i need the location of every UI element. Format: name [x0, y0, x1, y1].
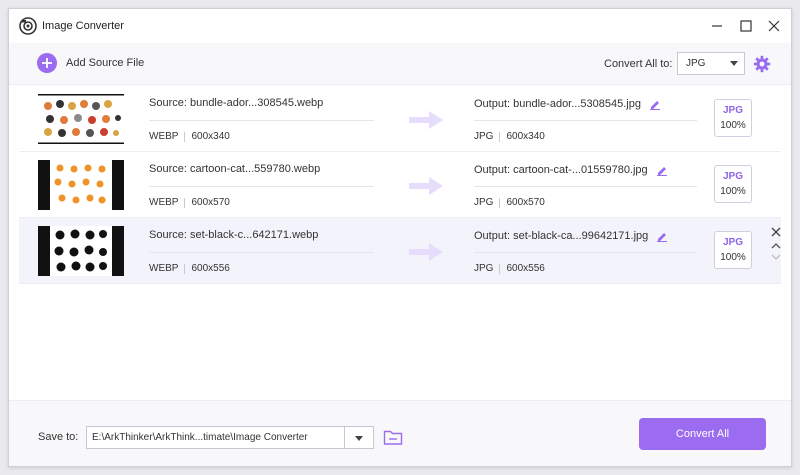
output-meta: JPG 600x556: [474, 263, 545, 274]
source-size: 600x340: [191, 131, 230, 142]
window-title: Image Converter: [42, 20, 124, 32]
divider: [149, 120, 374, 121]
badge-format: JPG: [722, 237, 743, 248]
add-source-file-button[interactable]: Add Source File: [37, 53, 144, 73]
badge-percent: 100%: [720, 252, 746, 263]
format-quality-button[interactable]: JPG 100%: [714, 231, 752, 269]
output-format: JPG: [474, 197, 494, 208]
output-size: 600x570: [506, 197, 545, 208]
divider: [149, 252, 374, 253]
output-filename-row: Output: bundle-ador...5308545.jpg: [474, 98, 661, 110]
source-filename: Source: set-black-c...642171.webp: [149, 229, 319, 241]
output-meta: JPG 600x570: [474, 197, 545, 208]
app-window: Image Converter Add Source File Convert …: [8, 8, 792, 467]
divider: [474, 120, 697, 121]
gear-icon[interactable]: [753, 55, 771, 73]
separator: [499, 197, 501, 208]
divider: [474, 186, 697, 187]
output-format-select[interactable]: JPG: [677, 52, 745, 75]
separator: [184, 197, 186, 208]
file-row-selected[interactable]: Source: set-black-c...642171.webp WEBP 6…: [19, 218, 781, 284]
thumbnail-image: [38, 226, 124, 276]
output-filename: Output: cartoon-cat-...01559780.jpg: [474, 164, 648, 176]
format-quality-button[interactable]: JPG 100%: [714, 165, 752, 203]
maximize-button[interactable]: [736, 16, 756, 36]
source-filename: Source: bundle-ador...308545.webp: [149, 97, 324, 109]
bottom-bar: Save to: E:\ArkThinker\ArkThink...timate…: [9, 400, 791, 466]
separator: [184, 263, 186, 274]
source-meta: WEBP 600x570: [149, 197, 230, 208]
minimize-button[interactable]: [707, 16, 727, 36]
output-filename: Output: bundle-ador...5308545.jpg: [474, 98, 641, 110]
format-quality-button[interactable]: JPG 100%: [714, 99, 752, 137]
output-filename-row: Output: cartoon-cat-...01559780.jpg: [474, 164, 668, 176]
close-window-button[interactable]: [764, 16, 784, 36]
chevron-down-icon: [355, 436, 363, 441]
chevron-down-icon: [730, 61, 738, 66]
badge-percent: 100%: [720, 186, 746, 197]
save-path-field[interactable]: E:\ArkThinker\ArkThink...timate\Image Co…: [86, 426, 345, 449]
pencil-icon[interactable]: [649, 98, 661, 110]
toolbar: Add Source File Convert All to: JPG: [9, 43, 791, 85]
source-format: WEBP: [149, 131, 179, 142]
save-to-label: Save to:: [38, 431, 79, 443]
file-row[interactable]: Source: bundle-ador...308545.webp WEBP 6…: [19, 86, 781, 152]
minimize-icon: [712, 25, 722, 27]
source-size: 600x570: [191, 197, 230, 208]
remove-file-close-icon[interactable]: [769, 225, 783, 239]
output-size: 600x340: [506, 131, 545, 142]
output-format: JPG: [474, 263, 494, 274]
save-path-dropdown-button[interactable]: [345, 426, 374, 449]
divider: [149, 186, 374, 187]
plus-circle-icon: [37, 53, 57, 73]
output-filename: Output: set-black-ca...99642171.jpg: [474, 230, 649, 242]
source-meta: WEBP 600x556: [149, 263, 230, 274]
separator: [184, 131, 186, 142]
arrow-right-icon: [409, 111, 443, 129]
convert-all-button[interactable]: Convert All: [639, 418, 766, 450]
source-format: WEBP: [149, 197, 179, 208]
folder-icon[interactable]: [383, 428, 403, 446]
close-icon: [768, 20, 780, 32]
output-meta: JPG 600x340: [474, 131, 545, 142]
badge-percent: 100%: [720, 120, 746, 131]
source-meta: WEBP 600x340: [149, 131, 230, 142]
separator: [499, 263, 501, 274]
thumbnail-image: [38, 94, 124, 144]
convert-all-to-label: Convert All to:: [604, 58, 673, 70]
source-size: 600x556: [191, 263, 230, 274]
output-filename-row: Output: set-black-ca...99642171.jpg: [474, 230, 668, 242]
add-source-file-label: Add Source File: [66, 57, 145, 69]
output-format: JPG: [474, 131, 494, 142]
camera-logo-icon: [19, 17, 37, 35]
thumbnail-image: [38, 160, 124, 210]
chevron-down-icon[interactable]: [770, 252, 782, 262]
source-filename: Source: cartoon-cat...559780.webp: [149, 163, 321, 175]
file-row[interactable]: Source: cartoon-cat...559780.webp WEBP 6…: [19, 152, 781, 218]
pencil-icon[interactable]: [656, 230, 668, 242]
separator: [499, 131, 501, 142]
badge-format: JPG: [722, 105, 743, 116]
source-format: WEBP: [149, 263, 179, 274]
maximize-icon: [740, 20, 752, 32]
arrow-right-icon: [409, 177, 443, 195]
chevron-up-icon[interactable]: [770, 241, 782, 251]
title-bar: Image Converter: [9, 9, 791, 43]
divider: [474, 252, 697, 253]
arrow-right-icon: [409, 243, 443, 261]
output-format-value: JPG: [686, 58, 706, 69]
pencil-icon[interactable]: [656, 164, 668, 176]
badge-format: JPG: [722, 171, 743, 182]
output-size: 600x556: [506, 263, 545, 274]
